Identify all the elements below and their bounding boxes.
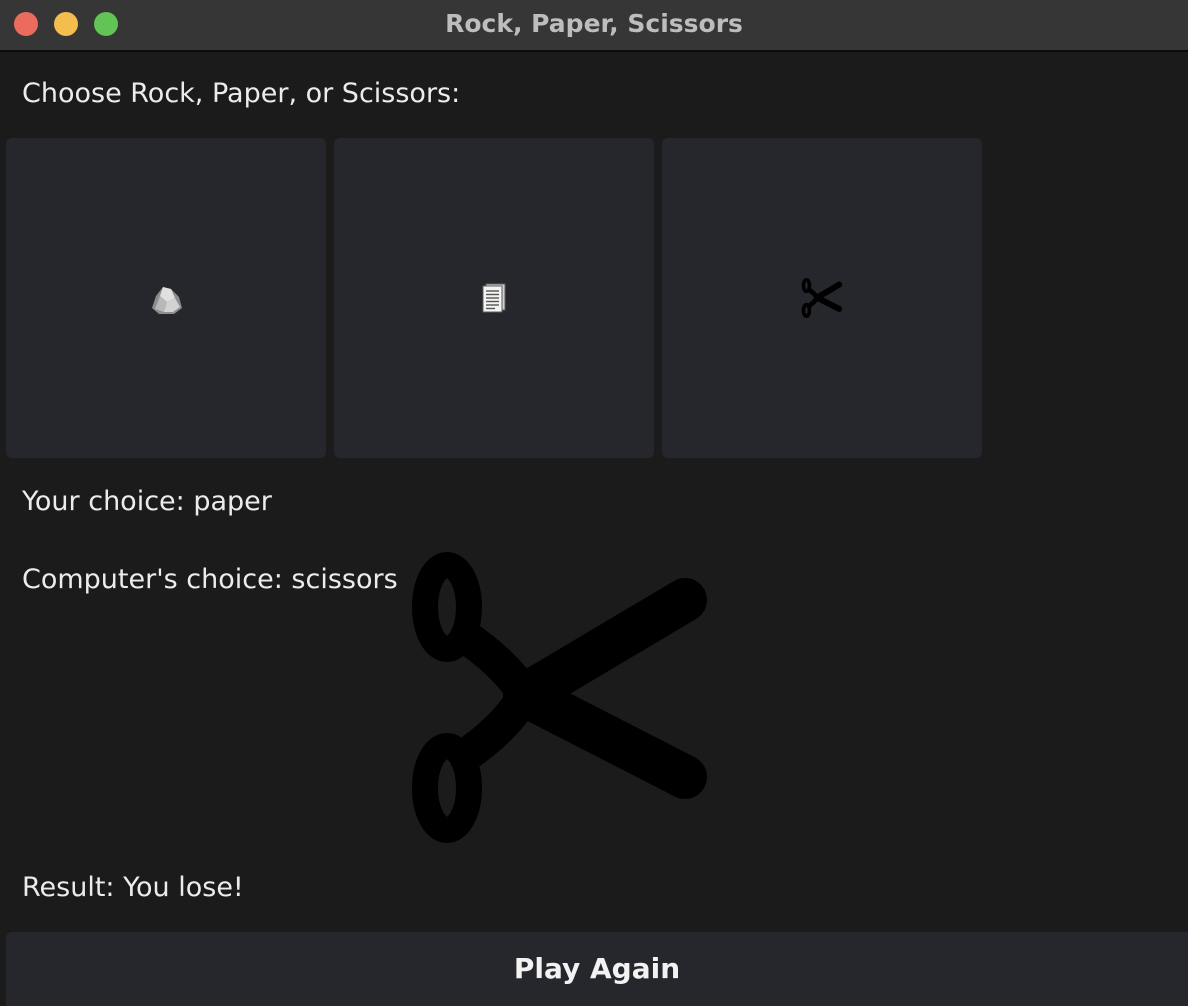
result-text: Result: You lose! — [22, 872, 244, 903]
rock-icon — [152, 287, 182, 314]
choose-prompt: Choose Rock, Paper, or Scissors: — [22, 78, 461, 109]
paper-button[interactable] — [334, 138, 654, 458]
rock-button[interactable] — [6, 138, 326, 458]
computer-choice-text: Computer's choice: scissors — [22, 564, 398, 595]
computer-choice-scissors-icon — [412, 552, 707, 843]
your-choice-text: Your choice: paper — [22, 486, 272, 517]
window-title: Rock, Paper, Scissors — [445, 9, 743, 38]
scissors-icon — [801, 277, 843, 319]
paper-icon — [482, 283, 506, 313]
play-again-button[interactable]: Play Again — [6, 932, 1188, 1006]
scissors-button[interactable] — [662, 138, 982, 458]
title-bar: Rock, Paper, Scissors — [0, 0, 1188, 52]
